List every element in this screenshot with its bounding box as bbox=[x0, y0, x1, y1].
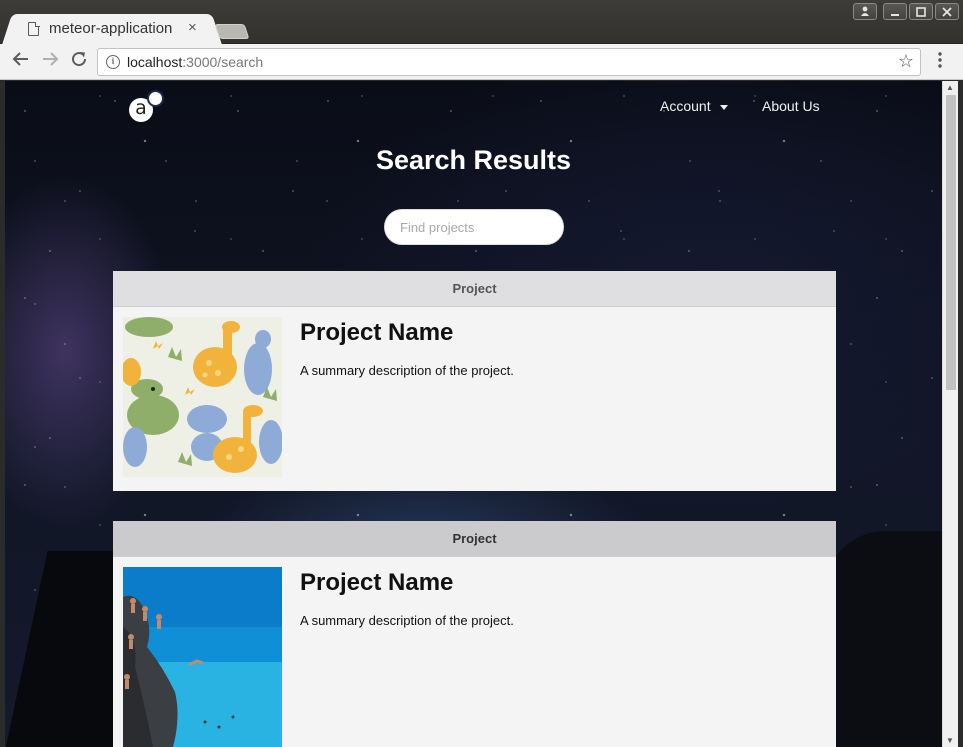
scroll-up-icon[interactable]: ▲ bbox=[946, 83, 954, 92]
close-icon[interactable] bbox=[935, 3, 959, 20]
star-icon[interactable]: ☆ bbox=[898, 51, 914, 72]
maximize-icon[interactable] bbox=[909, 3, 933, 20]
kebab-menu-icon[interactable] bbox=[936, 52, 944, 68]
address-bar[interactable]: i localhost:3000/search ☆ bbox=[97, 48, 921, 76]
logo-dot-icon bbox=[147, 90, 164, 107]
project-description: A summary description of the project. bbox=[300, 363, 514, 378]
project-card[interactable]: Project Project Name A summary descripti… bbox=[113, 271, 836, 491]
browser-tab[interactable]: meteor-application × bbox=[14, 14, 210, 45]
page-viewport: a Account About Us Search Results Projec… bbox=[5, 81, 942, 747]
page-scrollbar[interactable]: ▲ ▼ bbox=[942, 81, 958, 747]
caret-down-icon bbox=[719, 104, 728, 110]
project-name[interactable]: Project Name bbox=[300, 319, 453, 347]
browser-toolbar: i localhost:3000/search ☆ bbox=[0, 44, 963, 80]
cliff-diving-sea-image bbox=[123, 567, 282, 747]
user-icon[interactable] bbox=[853, 3, 877, 20]
tab-close-icon[interactable]: × bbox=[188, 19, 197, 37]
scrollbar-thumb[interactable] bbox=[946, 95, 956, 390]
nav-about-link[interactable]: About Us bbox=[762, 98, 820, 114]
site-logo[interactable]: a bbox=[129, 90, 167, 122]
card-header: Project bbox=[113, 521, 836, 557]
new-tab-button[interactable] bbox=[214, 24, 250, 39]
arrow-right-icon[interactable] bbox=[41, 50, 59, 74]
info-icon[interactable]: i bbox=[106, 55, 120, 69]
scroll-down-icon[interactable]: ▼ bbox=[946, 736, 954, 745]
nav-account-dropdown[interactable]: Account bbox=[660, 98, 728, 114]
search-input[interactable] bbox=[384, 209, 564, 245]
arrow-left-icon[interactable] bbox=[12, 50, 30, 74]
url-text[interactable]: localhost:3000/search bbox=[127, 54, 263, 70]
mountain-silhouette-right bbox=[825, 531, 942, 747]
project-card[interactable]: Project Project Name A summary descripti… bbox=[113, 521, 836, 747]
browser-titlebar: meteor-application × bbox=[0, 0, 963, 45]
card-header: Project bbox=[113, 271, 836, 307]
page-title: Search Results bbox=[375, 145, 572, 175]
page-icon bbox=[28, 21, 40, 36]
reload-icon[interactable] bbox=[70, 50, 88, 74]
minimize-icon[interactable] bbox=[883, 3, 907, 20]
project-name[interactable]: Project Name bbox=[300, 569, 453, 597]
nav-account-label: Account bbox=[660, 98, 711, 114]
project-description: A summary description of the project. bbox=[300, 613, 514, 628]
tab-title: meteor-application bbox=[49, 20, 173, 37]
dinosaur-pattern-image bbox=[123, 317, 282, 477]
